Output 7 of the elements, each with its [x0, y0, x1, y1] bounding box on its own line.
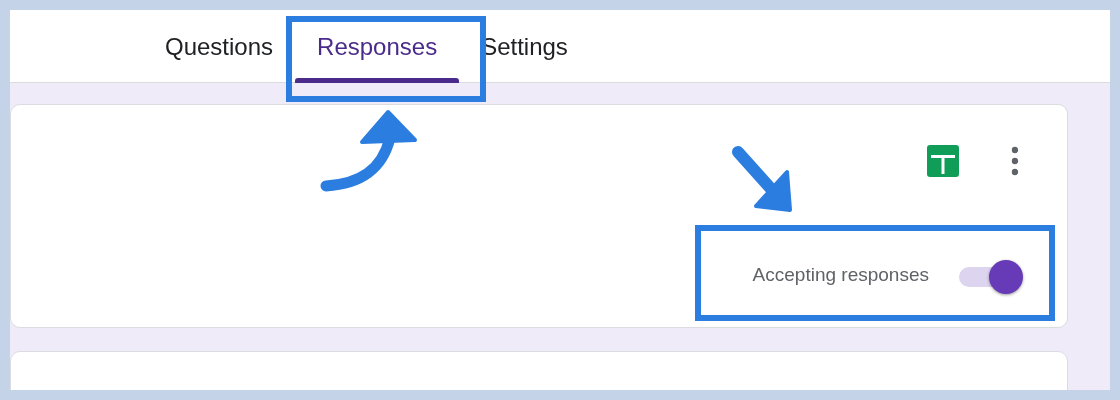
accepting-responses-label: Accepting responses: [752, 264, 929, 286]
tab[interactable]: Settings: [459, 10, 590, 83]
tab[interactable]: Questions: [143, 10, 296, 83]
spreadsheet-icon[interactable]: [927, 145, 959, 177]
arrow: [732, 146, 792, 212]
tab[interactable]: Responses: [295, 10, 460, 83]
more-icon[interactable]: [1011, 146, 1019, 176]
